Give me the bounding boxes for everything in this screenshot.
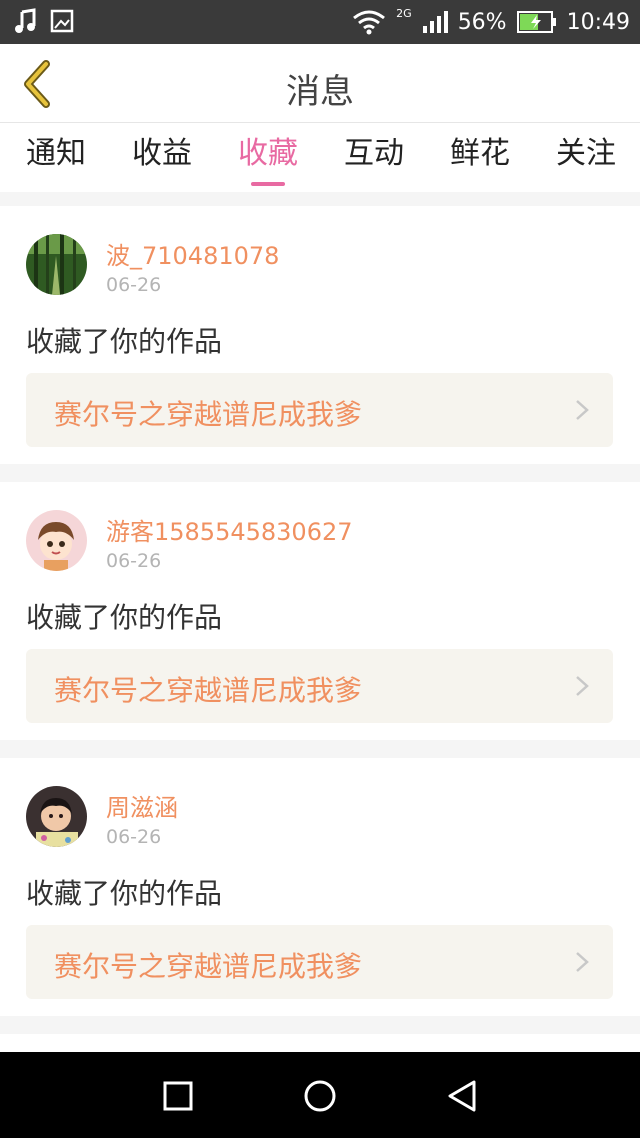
tab-earnings[interactable]: 收益 <box>132 123 192 192</box>
message-text: 收藏了你的作品 <box>26 601 223 634</box>
message-card: 周滋涵 06-26 收藏了你的作品 赛尔号之穿越谱尼成我爹 <box>0 758 640 1016</box>
message-card: 波_710481078 06-26 收藏了你的作品 赛尔号之穿越谱尼成我爹 <box>0 206 640 464</box>
message-text: 收藏了你的作品 <box>26 325 223 358</box>
avatar[interactable] <box>26 234 87 295</box>
cartoon-avatar-image <box>26 510 87 571</box>
work-link[interactable]: 赛尔号之穿越谱尼成我爹 <box>26 925 613 999</box>
clock: 10:49 <box>566 9 630 35</box>
tab-interactions[interactable]: 互动 <box>344 123 404 192</box>
tab-following[interactable]: 关注 <box>556 123 616 192</box>
system-nav-bar <box>0 1052 640 1138</box>
page-title: 消息 <box>286 72 354 112</box>
work-title: 赛尔号之穿越谱尼成我爹 <box>54 398 363 431</box>
music-note-icon <box>15 8 36 33</box>
title-bar: 消息 <box>0 44 640 122</box>
message-date: 06-26 <box>106 274 162 296</box>
child-photo-avatar-image <box>26 786 87 847</box>
work-link[interactable]: 赛尔号之穿越谱尼成我爹 <box>26 649 613 723</box>
avatar[interactable] <box>26 510 87 571</box>
message-date: 06-26 <box>106 550 162 572</box>
signal-icon <box>422 11 448 33</box>
wifi-icon <box>353 10 386 35</box>
home-icon[interactable] <box>302 1078 338 1114</box>
message-card: 游客1585545830627 06-26 收藏了你的作品 赛尔号之穿越谱尼成我… <box>0 482 640 740</box>
tab-flowers[interactable]: 鲜花 <box>450 123 510 192</box>
tab-bar: 通知 收益 收藏 互动 鲜花 关注 <box>0 122 640 192</box>
recent-apps-icon[interactable] <box>160 1078 196 1114</box>
message-text: 收藏了你的作品 <box>26 877 223 910</box>
back-triangle-icon[interactable] <box>444 1078 480 1114</box>
message-list: 波_710481078 06-26 收藏了你的作品 赛尔号之穿越谱尼成我爹 游客… <box>0 206 640 1092</box>
chevron-right-icon <box>576 952 589 972</box>
network-type-label: 2G <box>396 6 412 20</box>
tab-notifications[interactable]: 通知 <box>26 123 86 192</box>
forest-avatar-image <box>26 234 87 295</box>
work-title: 赛尔号之穿越谱尼成我爹 <box>54 674 363 707</box>
image-icon <box>50 9 74 33</box>
battery-percent: 56% <box>457 9 507 35</box>
avatar[interactable] <box>26 786 87 847</box>
tab-favorites[interactable]: 收藏 <box>238 123 298 192</box>
work-title: 赛尔号之穿越谱尼成我爹 <box>54 950 363 983</box>
username[interactable]: 周滋涵 <box>106 788 178 823</box>
battery-charging-icon <box>516 11 556 33</box>
status-bar: 2G 56% 10:49 <box>0 0 640 44</box>
chevron-right-icon <box>576 400 589 420</box>
username[interactable]: 波_710481078 <box>106 236 279 271</box>
message-date: 06-26 <box>106 826 162 848</box>
work-link[interactable]: 赛尔号之穿越谱尼成我爹 <box>26 373 613 447</box>
username[interactable]: 游客1585545830627 <box>106 512 353 547</box>
chevron-right-icon <box>576 676 589 696</box>
